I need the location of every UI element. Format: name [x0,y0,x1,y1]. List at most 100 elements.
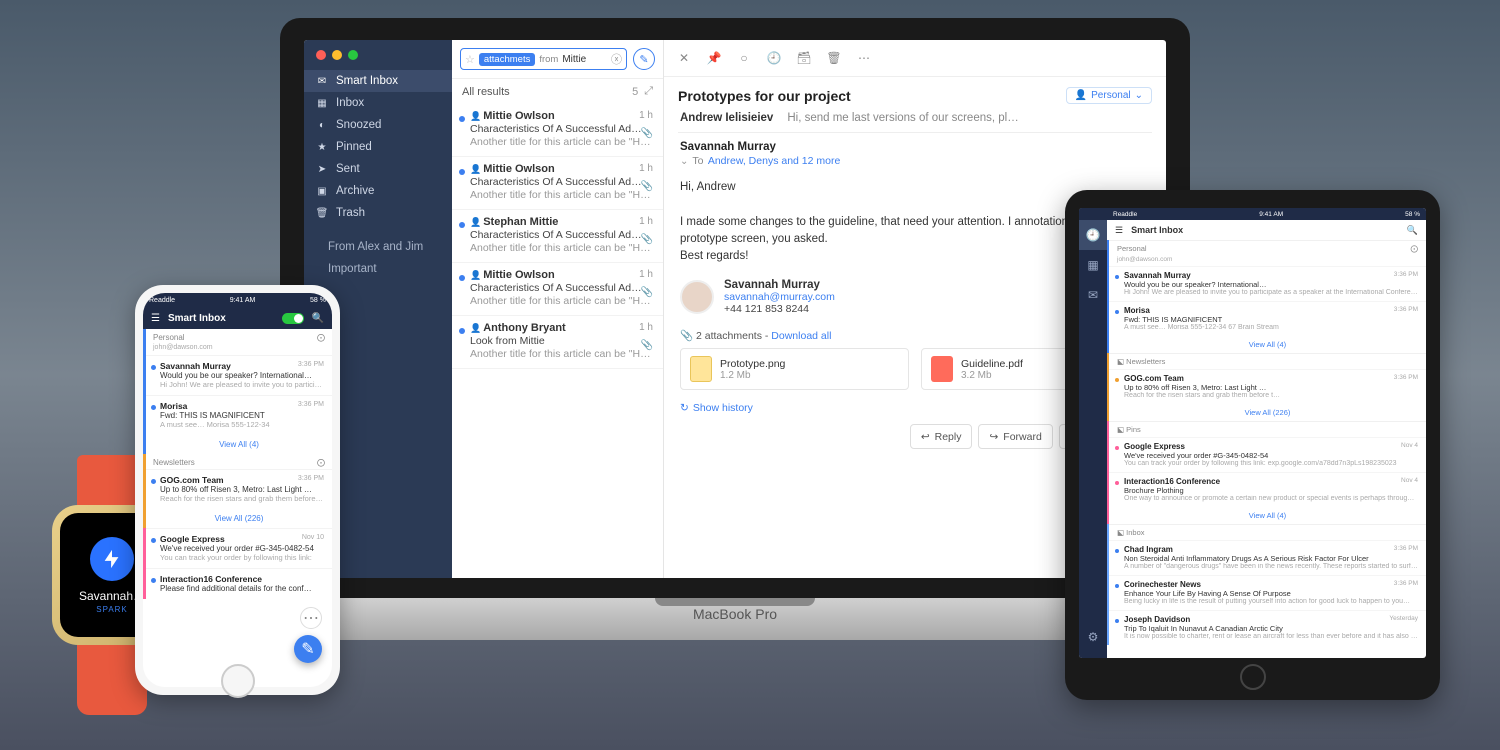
sidebar-item-sent[interactable]: ➤Sent [304,158,452,180]
reply-button[interactable]: ↩Reply [910,424,973,449]
view-all-link[interactable]: View All (4) [1109,336,1426,353]
message-row[interactable]: Interaction16 ConferenceNov 4Brochure Pl… [1109,472,1426,507]
expand-icon[interactable]: ⤢ [644,85,653,98]
message-row[interactable]: Chad Ingram3:36 PMNon Steroidal Anti Inf… [1109,540,1426,575]
clear-search-icon[interactable]: ⓧ [611,51,622,67]
message-sender: Corinechester News [1124,580,1201,589]
sidebar-item-archive[interactable]: ▣Archive [304,180,452,202]
message-row[interactable]: GOG.com Team3:36 PMUp to 80% off Risen 3… [146,469,332,509]
view-all-link[interactable]: View All (226) [1109,404,1426,421]
compose-button[interactable]: ✎ [633,48,655,70]
pdf-file-icon [931,356,953,382]
section-settings-icon[interactable]: ⨀ [1411,244,1419,253]
inbox-icon[interactable]: ✉ [1079,280,1107,310]
sidebar-item-inbox[interactable]: ▦Inbox [304,92,452,114]
message-row[interactable]: Savannah Murray3:36 PMWould you be our s… [146,355,332,395]
unread-dot-icon [459,116,465,122]
section-settings-icon[interactable]: ⨀ [317,333,325,342]
unread-dot-icon [1115,275,1119,279]
macbook: ✉Smart Inbox▦Inbox◐Snoozed★Pinned➤Sent▣A… [280,18,1190,658]
message-row[interactable]: Interaction16 ConferencePlease find addi… [146,568,332,599]
message-subject: Characteristics Of A Successful Ad… [470,176,653,188]
message-row[interactable]: 👤Stephan Mittie1 hCharacteristics Of A S… [452,210,663,263]
message-sender: 👤Mittie Owlson [470,269,555,281]
close-window-icon[interactable] [316,50,326,60]
compose-fab[interactable]: ✎ [294,635,322,663]
message-sender: GOG.com Team [1124,374,1184,383]
view-all-link[interactable]: View All (4) [146,435,332,454]
trash-icon[interactable]: 🗑 [824,48,844,68]
settings-icon[interactable]: ⚙ [1079,622,1107,652]
sidebar-folder[interactable]: Important [304,258,452,280]
minimize-window-icon[interactable] [332,50,342,60]
message-preview: Another title for this article can be "H… [470,136,653,148]
nav-icon: ▦ [316,97,328,109]
nav-label: Smart Inbox [336,75,398,87]
message-row[interactable]: Google ExpressNov 10We've received your … [146,528,332,568]
search-chip[interactable]: attachmets [479,53,535,66]
account-selector[interactable]: 👤Personal⌄ [1066,87,1152,104]
sidebar-item-pinned[interactable]: ★Pinned [304,136,452,158]
smart-toggle[interactable] [282,313,304,324]
home-button[interactable] [1240,664,1266,690]
message-row[interactable]: Morisa3:36 PMFwd: THIS IS MAGNIFICENTA m… [146,395,332,435]
message-row[interactable]: Morisa3:36 PMFwd: THIS IS MAGNIFICENTA m… [1109,301,1426,336]
navbar-title: Smart Inbox [168,313,274,324]
message-row[interactable]: 👤Mittie Owlson1 hCharacteristics Of A Su… [452,263,663,316]
message-row[interactable]: Google ExpressNov 4We've received your o… [1109,437,1426,472]
message-row[interactable]: 👤Mittie Owlson1 hCharacteristics Of A Su… [452,157,663,210]
sidebar-item-trash[interactable]: 🗑Trash [304,202,452,224]
search-icon[interactable]: 🔍 [1407,225,1418,236]
section-settings-icon[interactable]: ⨀ [317,458,325,467]
sidebar-folder[interactable]: From Alex and Jim [304,236,452,258]
more-icon[interactable]: ⋯ [854,48,874,68]
message-preview: You can track your order by following th… [1124,460,1418,467]
attachment-card[interactable]: Prototype.png1.2 Mb [680,348,909,390]
unread-dot-icon [459,169,465,175]
message-row[interactable]: 👤Mittie Owlson1 hCharacteristics Of A Su… [452,104,663,157]
message-preview: A must see… Morisa 555-122-34 [160,420,324,429]
search-input[interactable]: ☆ attachmets from Mittie ⓧ [460,48,627,70]
view-all-link[interactable]: View All (4) [1109,507,1426,524]
pin-icon[interactable]: 📌 [704,48,724,68]
collapsed-message[interactable]: Andrew Ielisieiev Hi, send me last versi… [678,104,1152,133]
message-row[interactable]: Savannah Murray3:36 PMWould you be our s… [1109,266,1426,301]
close-icon[interactable]: ✕ [674,48,694,68]
sidebar-item-smart-inbox[interactable]: ✉Smart Inbox [304,70,452,92]
message-row[interactable]: Corinechester News3:36 PMEnhance Your Li… [1109,575,1426,610]
message-subject: Non Steroidal Anti Inflammatory Drugs As… [1124,554,1418,563]
signature-email[interactable]: savannah@murray.com [724,291,835,303]
paperclip-icon: 📎 [641,340,653,351]
sidebar-item-snoozed[interactable]: ◐Snoozed [304,114,452,136]
calendar-icon[interactable]: ▦ [1079,250,1107,280]
message-subject: Please find additional details for the c… [160,584,324,593]
message-row[interactable]: Joseph DavidsonYesterdayTrip To Iqaluit … [1109,610,1426,645]
more-button[interactable]: ⋯ [300,607,322,629]
home-button[interactable] [221,664,255,698]
message-time: 3:36 PM [1394,545,1418,554]
paperclip-icon: 📎 [641,128,653,139]
smart-inbox-icon[interactable]: 🕘 [1079,220,1107,250]
unread-dot-icon [1115,310,1119,314]
mark-read-icon[interactable]: ○ [734,48,754,68]
message-row[interactable]: 👤Anthony Bryant1 hLook from MittieAnothe… [452,316,663,369]
recipients-link[interactable]: Andrew, Denys and 12 more [708,155,841,167]
paperclip-icon: 📎 [641,181,653,192]
menu-icon[interactable]: ☰ [151,313,160,324]
message-time: 3:36 PM [1394,374,1418,383]
forward-button[interactable]: ↪Forward [978,424,1052,449]
message-subject: Characteristics Of A Successful Ad… [470,282,653,294]
zoom-window-icon[interactable] [348,50,358,60]
download-all-link[interactable]: Download all [771,330,831,342]
snooze-icon[interactable]: 🕘 [764,48,784,68]
view-all-link[interactable]: View All (226) [146,509,332,528]
message-row[interactable]: GOG.com Team3:36 PMUp to 80% off Risen 3… [1109,369,1426,404]
archive-icon[interactable]: 🗃 [794,48,814,68]
signature-phone: +44 121 853 8244 [724,303,835,315]
chevron-down-icon[interactable]: ⌄ [680,156,688,167]
menu-icon[interactable]: ☰ [1115,225,1123,236]
window-controls[interactable] [304,40,452,66]
search-icon[interactable]: 🔍 [312,313,324,324]
message-time: 3:36 PM [1394,580,1418,589]
message-toolbar: ✕ 📌 ○ 🕘 🗃 🗑 ⋯ [664,40,1166,77]
